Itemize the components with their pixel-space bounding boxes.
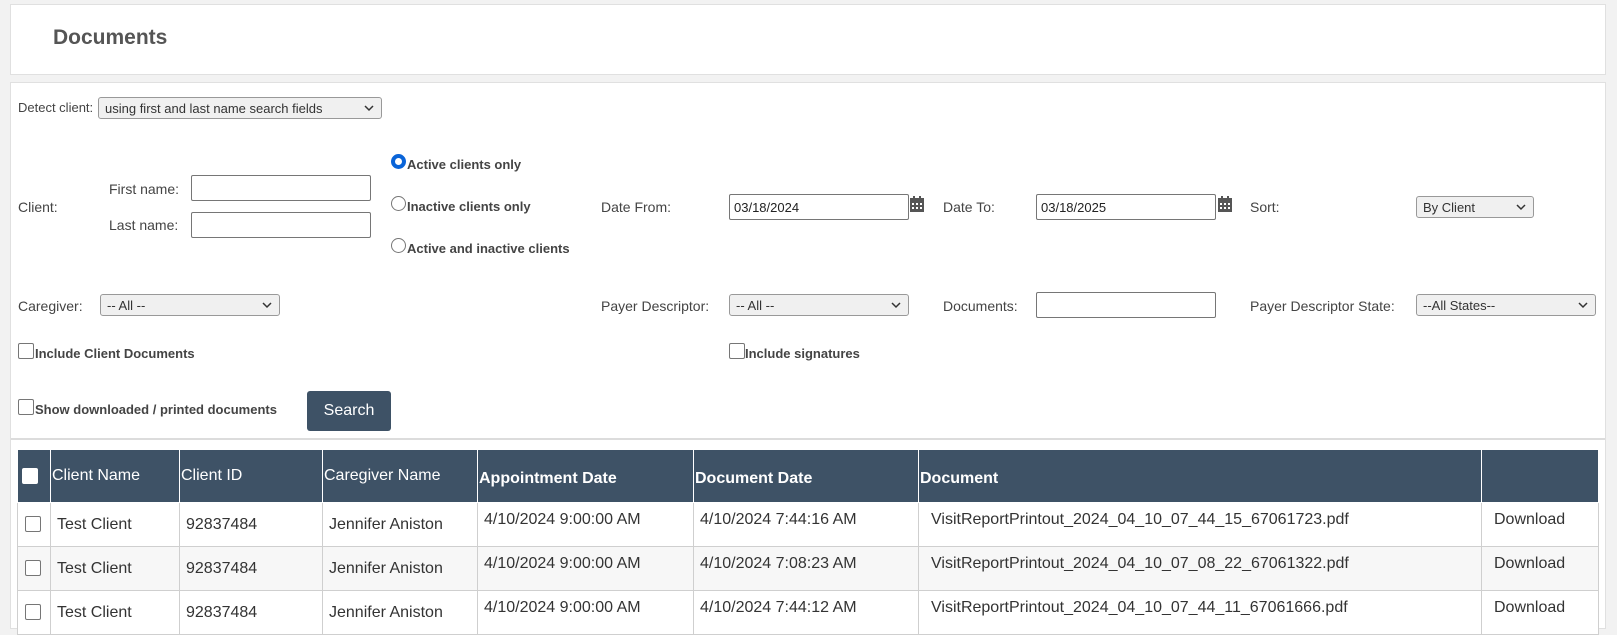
- caregiver-cell: Jennifer Aniston: [322, 502, 478, 547]
- first-name-label: First name:: [109, 181, 180, 197]
- payer-state-value: --All States--: [1423, 298, 1496, 313]
- header-panel: Documents: [10, 4, 1606, 75]
- date-from-input[interactable]: [729, 194, 909, 220]
- table-row: Test Client 92837484 Jennifer Aniston 4/…: [17, 546, 1599, 591]
- documents-label: Documents:: [943, 298, 1018, 314]
- chevron-down-icon: [1578, 302, 1588, 309]
- show-downloaded-label: Show downloaded / printed documents: [35, 402, 277, 417]
- radio-active-clients-label: Active clients only: [407, 157, 522, 172]
- calendar-icon[interactable]: [910, 196, 924, 212]
- page-title: Documents: [53, 26, 168, 49]
- search-button[interactable]: Search: [307, 391, 391, 431]
- appointment-date-cell: 4/10/2024 9:00:00 AM: [477, 546, 694, 591]
- caregiver-cell: Jennifer Aniston: [322, 590, 478, 635]
- last-name-input[interactable]: [191, 212, 371, 238]
- chevron-down-icon: [1516, 204, 1526, 211]
- column-header-client-name[interactable]: Client Name: [50, 449, 180, 503]
- chevron-down-icon: [364, 105, 374, 112]
- column-header-appointment-date[interactable]: Appointment Date: [477, 449, 694, 503]
- client-name-cell: Test Client: [50, 546, 180, 591]
- download-link[interactable]: Download: [1481, 546, 1599, 591]
- detect-client-label: Detect client:: [18, 100, 94, 115]
- detect-client-value: using first and last name search fields: [105, 101, 323, 116]
- client-name-cell: Test Client: [50, 502, 180, 547]
- documents-input[interactable]: [1036, 292, 1216, 318]
- row-select-cell: [17, 546, 51, 591]
- download-link[interactable]: Download: [1481, 502, 1599, 547]
- sort-value: By Client: [1423, 200, 1476, 215]
- select-all-header: [17, 449, 51, 503]
- caregiver-cell: Jennifer Aniston: [322, 546, 478, 591]
- chevron-down-icon: [891, 302, 901, 309]
- first-name-input[interactable]: [191, 175, 371, 201]
- include-client-documents-label: Include Client Documents: [35, 346, 195, 361]
- appointment-date-cell: 4/10/2024 9:00:00 AM: [477, 590, 694, 635]
- payer-state-select[interactable]: --All States--: [1416, 294, 1596, 316]
- document-cell: VisitReportPrintout_2024_04_10_07_08_22_…: [918, 546, 1482, 591]
- calendar-icon[interactable]: [1218, 196, 1232, 212]
- table-row: Test Client 92837484 Jennifer Aniston 4/…: [17, 502, 1599, 547]
- table-row: Test Client 92837484 Jennifer Aniston 4/…: [17, 590, 1599, 635]
- client-id-cell: 92837484: [179, 546, 323, 591]
- row-checkbox[interactable]: [25, 516, 41, 533]
- document-cell: VisitReportPrintout_2024_04_10_07_44_15_…: [918, 502, 1482, 547]
- sort-label: Sort:: [1250, 199, 1280, 215]
- last-name-label: Last name:: [109, 217, 179, 233]
- document-date-cell: 4/10/2024 7:44:16 AM: [693, 502, 919, 547]
- include-signatures-label: Include signatures: [745, 346, 860, 361]
- row-checkbox[interactable]: [25, 604, 41, 621]
- date-to-input[interactable]: [1036, 194, 1216, 220]
- client-label: Client:: [18, 199, 58, 215]
- caregiver-select[interactable]: -- All --: [100, 294, 280, 316]
- row-checkbox[interactable]: [25, 560, 41, 577]
- payer-descriptor-select[interactable]: -- All --: [729, 294, 909, 316]
- radio-active-clients[interactable]: [391, 154, 406, 169]
- payer-descriptor-label: Payer Descriptor:: [601, 298, 710, 314]
- detect-client-select[interactable]: using first and last name search fields: [98, 97, 382, 119]
- document-date-cell: 4/10/2024 7:08:23 AM: [693, 546, 919, 591]
- column-header-caregiver-name[interactable]: Caregiver Name: [322, 449, 478, 503]
- client-id-cell: 92837484: [179, 502, 323, 547]
- column-header-client-id[interactable]: Client ID: [179, 449, 323, 503]
- client-name-cell: Test Client: [50, 590, 180, 635]
- radio-inactive-clients[interactable]: [391, 196, 406, 211]
- column-header-document-date[interactable]: Document Date: [693, 449, 919, 503]
- show-downloaded-checkbox[interactable]: [18, 399, 34, 415]
- document-cell: VisitReportPrintout_2024_04_10_07_44_11_…: [918, 590, 1482, 635]
- radio-inactive-clients-label: Inactive clients only: [407, 199, 531, 214]
- caregiver-label: Caregiver:: [18, 298, 83, 314]
- radio-all-clients-label: Active and inactive clients: [407, 241, 570, 256]
- row-select-cell: [17, 502, 51, 547]
- payer-state-label: Payer Descriptor State:: [1250, 298, 1395, 314]
- client-id-cell: 92837484: [179, 590, 323, 635]
- row-select-cell: [17, 590, 51, 635]
- documents-table: Client Name Client ID Caregiver Name App…: [17, 449, 1599, 635]
- caregiver-value: -- All --: [107, 298, 146, 313]
- select-all-checkbox[interactable]: [22, 467, 38, 484]
- table-header-row: Client Name Client ID Caregiver Name App…: [17, 449, 1599, 503]
- include-signatures-checkbox[interactable]: [729, 343, 745, 359]
- include-client-documents-checkbox[interactable]: [18, 343, 34, 359]
- date-to-label: Date To:: [943, 199, 995, 215]
- chevron-down-icon: [262, 302, 272, 309]
- radio-all-clients[interactable]: [391, 238, 406, 253]
- column-header-actions: [1481, 449, 1599, 503]
- sort-select[interactable]: By Client: [1416, 196, 1534, 218]
- document-date-cell: 4/10/2024 7:44:12 AM: [693, 590, 919, 635]
- download-link[interactable]: Download: [1481, 590, 1599, 635]
- appointment-date-cell: 4/10/2024 9:00:00 AM: [477, 502, 694, 547]
- divider: [11, 438, 1605, 440]
- payer-descriptor-value: -- All --: [736, 298, 775, 313]
- column-header-document[interactable]: Document: [918, 449, 1482, 503]
- date-from-label: Date From:: [601, 199, 672, 215]
